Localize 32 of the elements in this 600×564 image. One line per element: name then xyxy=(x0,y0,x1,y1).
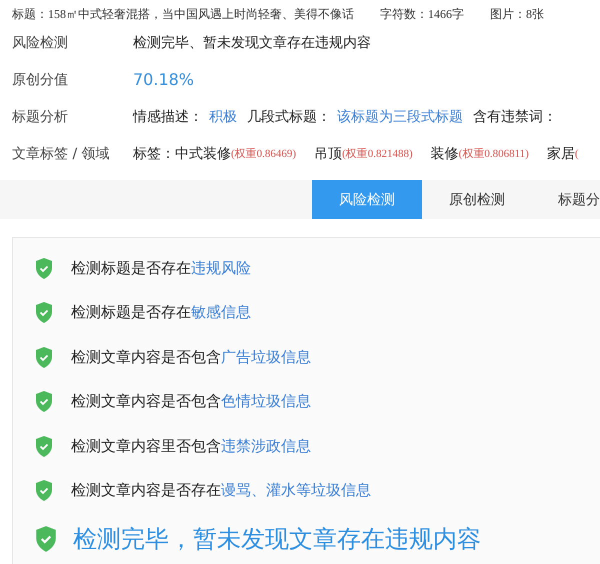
field-label: 情感描述： xyxy=(133,108,203,126)
tag-name: 吊顶 xyxy=(314,144,342,162)
check-text: 检测标题是否存在敏感信息 xyxy=(71,303,251,322)
tag-weight: (权重0.821488) xyxy=(342,147,413,161)
field-label: 含有违禁词： xyxy=(473,108,557,126)
check-text: 检测文章内容是否存在谩骂、灌水等垃圾信息 xyxy=(71,481,371,500)
tab[interactable]: 原创检测 xyxy=(422,180,532,219)
field-label: 标签： xyxy=(133,144,175,162)
risk-result: 检测完毕、暂未发现文章存在违规内容 xyxy=(133,34,371,52)
tag-name: 家居 xyxy=(546,144,575,162)
row-label: 标题分析 xyxy=(11,108,69,126)
tag-weight: ( xyxy=(574,148,578,160)
info-text: 图片：8张 xyxy=(490,6,544,22)
check-text: 检测文章内容是否包含广告垃圾信息 xyxy=(71,348,311,367)
field-label: 几段式标题： xyxy=(247,108,331,126)
info-text: 字符数：1466字 xyxy=(380,6,464,22)
tab[interactable]: 标题分 xyxy=(532,180,600,219)
check-text: 检测文章内容是否包含色情垃圾信息 xyxy=(71,392,311,412)
tag-weight: (权重0.806811) xyxy=(458,147,529,161)
tag-name: 装修 xyxy=(430,144,459,162)
field-value: 积极 xyxy=(209,108,237,126)
result-text: 检测完毕，暂未发现文章存在违规内容 xyxy=(73,524,481,555)
info-text: 标题：158㎡中式轻奢混搭，当中国风遇上时尚轻奢、美得不像话 xyxy=(12,6,354,22)
originality-score: 70.18% xyxy=(133,70,194,89)
check-text: 检测文章内容里否包含违禁涉政信息 xyxy=(71,436,311,456)
row-label: 原创分值 xyxy=(11,70,69,88)
row-label: 风险检测 xyxy=(11,34,69,52)
row-label: 文章标签 / 领域 xyxy=(11,144,111,162)
tag-weight: (权重0.86469) xyxy=(231,147,296,161)
tag-name: 中式装修 xyxy=(175,144,231,162)
check-text: 检测标题是否存在违规风险 xyxy=(71,258,251,278)
field-value: 该标题为三段式标题 xyxy=(337,108,463,126)
